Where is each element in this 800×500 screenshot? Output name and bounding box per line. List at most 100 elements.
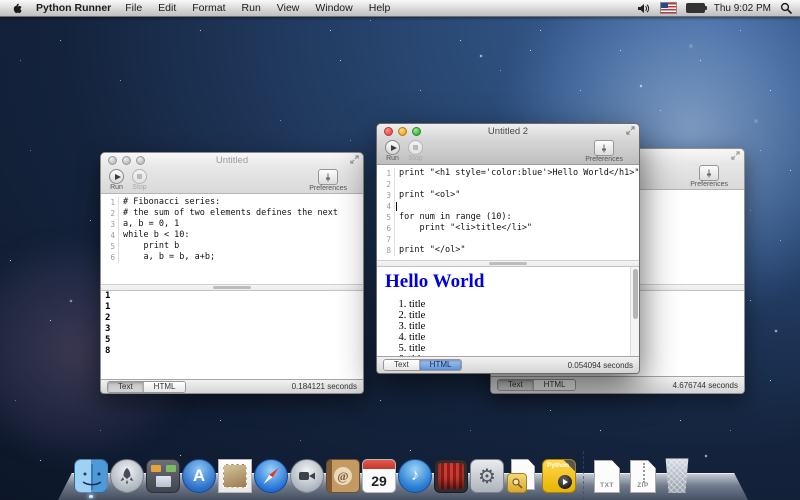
right-run-time: 4.676744 seconds [673,381,738,390]
fullscreen-arrows-icon[interactable] [731,151,740,160]
middle-stop-button[interactable]: Stop [408,140,423,162]
tab-text[interactable]: Text [498,380,533,390]
dock-txt-document-icon[interactable]: TXT [592,460,622,493]
right-preferences-button[interactable]: Preferences [690,165,728,188]
play-icon [109,169,124,184]
tab-text[interactable]: Text [108,382,143,392]
list-item: title [409,343,639,354]
dock-python-runner-icon[interactable]: Python [542,459,576,493]
dock-address-book-icon[interactable]: @ [326,459,360,493]
tab-html[interactable]: HTML [533,380,576,390]
dock-calendar-icon[interactable]: 29 [362,459,396,493]
left-run-time: 0.184121 seconds [292,382,357,391]
close-icon[interactable] [108,156,117,165]
middle-output-mode-tabs: Text HTML [383,359,462,371]
left-traffic-lights [108,156,145,165]
middle-run-time: 0.054094 seconds [568,361,633,370]
scrollbar-thumb[interactable] [633,269,638,319]
html-output-heading: Hello World [385,271,639,293]
menu-clock[interactable]: Thu 9:02 PM [714,3,771,14]
window-untitled-2: Untitled 2 Run Stop Preferences [376,123,640,374]
left-output-pane[interactable]: 1 1 2 3 5 8 [101,291,363,379]
dock: A @ 29 ♪ ⚙ Python [0,444,800,500]
close-icon[interactable] [384,127,393,136]
middle-titlebar[interactable]: Untitled 2 [377,124,639,139]
zoom-icon[interactable] [412,127,421,136]
middle-bottom-bar: Text HTML 0.054094 seconds [377,356,639,373]
stop-icon [132,169,147,184]
left-titlebar[interactable]: Untitled [101,153,363,168]
battery-icon[interactable] [686,3,705,13]
list-item: title [409,354,639,356]
list-item: title [409,310,639,321]
preferences-icon [594,140,614,156]
play-icon [558,475,572,489]
menu-format[interactable]: Format [192,2,225,14]
preferences-icon [318,169,338,185]
middle-output-pane[interactable]: Hello World title title title title titl… [377,267,639,356]
minimize-icon[interactable] [122,156,131,165]
left-preferences-button[interactable]: Preferences [309,169,347,192]
list-item: title [409,332,639,343]
left-stop-button[interactable]: Stop [132,169,147,191]
volume-icon[interactable] [638,3,651,14]
dock-file-search-icon[interactable] [506,459,540,493]
preferences-icon [699,165,719,181]
left-output-mode-tabs: Text HTML [107,381,186,393]
window-title: Untitled 2 [488,126,528,137]
dock-mail-icon[interactable] [218,459,252,493]
dock-trash-icon[interactable] [662,457,692,493]
desktop: Python Runner File Edit Format Run View … [0,0,800,500]
dock-mission-control-icon[interactable] [146,459,180,493]
middle-code-editor[interactable]: 1print "<h1 style='color:blue'>Hello Wor… [377,165,639,260]
dock-separator [578,451,588,493]
middle-run-button[interactable]: Run [385,140,400,162]
left-toolbar: Run Stop Preferences [101,168,363,194]
calendar-day: 29 [363,469,395,492]
left-code-editor[interactable]: 1# Fibonacci series: 2# the sum of two e… [101,194,363,284]
zoom-icon[interactable] [136,156,145,165]
dock-app-store-icon[interactable]: A [182,459,216,493]
tab-html[interactable]: HTML [143,382,186,392]
python-runner-label: Python [547,462,569,469]
window-untitled: Untitled Run Stop Preferences 1 [100,152,364,394]
input-language-flag-icon[interactable] [660,2,677,14]
middle-preferences-button[interactable]: Preferences [585,140,623,163]
output-scrollbar[interactable] [630,267,639,356]
dock-itunes-icon[interactable]: ♪ [398,459,432,493]
left-bottom-bar: Text HTML 0.184121 seconds [101,379,363,393]
menu-view[interactable]: View [277,2,300,14]
fullscreen-arrows-icon[interactable] [626,126,635,135]
left-splitter[interactable] [101,284,363,291]
middle-toolbar: Run Stop Preferences [377,139,639,165]
fullscreen-arrows-icon[interactable] [350,155,359,164]
dock-system-preferences-icon[interactable]: ⚙ [470,459,504,493]
minimize-icon[interactable] [398,127,407,136]
left-run-button[interactable]: Run [109,169,124,191]
middle-splitter[interactable] [377,260,639,267]
tab-text[interactable]: Text [384,360,419,370]
zip-label: ZIP [628,482,658,489]
menu-edit[interactable]: Edit [158,2,176,14]
menu-window[interactable]: Window [315,2,352,14]
dock-safari-icon[interactable] [254,459,288,493]
html-output-list: title title title title title title [383,299,639,356]
play-icon [385,140,400,155]
right-bottom-bar: Text HTML 4.676744 seconds [491,376,744,393]
middle-traffic-lights [384,127,421,136]
menu-app-name[interactable]: Python Runner [36,2,111,14]
menu-run[interactable]: Run [242,2,261,14]
menu-file[interactable]: File [125,2,142,14]
dock-finder-icon[interactable] [74,459,108,493]
dock-launchpad-icon[interactable] [110,459,144,493]
dock-facetime-icon[interactable] [290,459,324,493]
dock-zip-document-icon[interactable]: ZIP [628,460,658,493]
dock-photo-booth-icon[interactable] [434,459,468,493]
list-item: title [409,321,639,332]
apple-menu-icon[interactable] [12,2,24,15]
magnifier-icon [507,473,527,493]
right-output-mode-tabs: Text HTML [497,379,576,391]
menu-help[interactable]: Help [369,2,391,14]
spotlight-icon[interactable] [780,2,792,14]
tab-html[interactable]: HTML [419,360,462,370]
